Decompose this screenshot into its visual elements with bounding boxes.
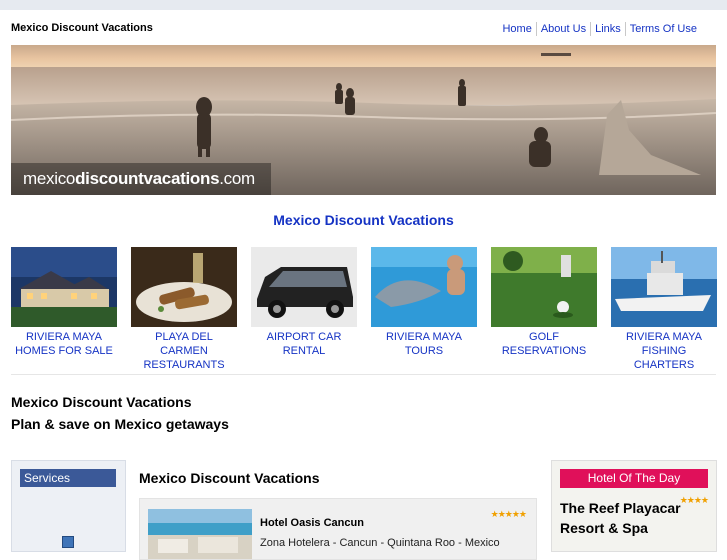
fishing-boat-image[interactable] [611,247,717,327]
banner-logo: mexicodiscountvacations.com [23,169,255,188]
nav-terms-of-use[interactable]: Terms Of Use [624,22,701,36]
intro-subtitle: Plan & save on Mexico getaways [11,416,229,432]
tile-label[interactable]: AIRPORT CAR RENTAL [251,330,357,358]
tile-homes-for-sale[interactable]: RIVIERA MAYA HOMES FOR SALE [11,247,117,358]
hotel-of-the-day-box: Hotel Of The Day ★★★★ The Reef Playacar … [551,460,717,552]
hotel-address: Zona Hotelera - Cancun - Quintana Roo - … [260,537,500,549]
content-heading: Mexico Discount Vacations [139,470,320,486]
page-heading: Mexico Discount Vacations [273,212,454,228]
house-image[interactable] [11,247,117,327]
link-icon[interactable] [62,536,74,548]
category-tiles: RIVIERA MAYA HOMES FOR SALE PLAYA DEL CAR… [11,247,717,371]
site-title: Mexico Discount Vacations [11,22,153,34]
nav-about-us[interactable]: About Us [535,22,590,36]
tile-airport-car-rental[interactable]: AIRPORT CAR RENTAL [251,247,357,358]
tile-label[interactable]: GOLF RESERVATIONS [491,330,597,358]
top-navigation: Home About Us Links Terms Of Use [498,22,701,36]
hotel-image[interactable] [148,509,252,559]
tile-golf[interactable]: GOLF RESERVATIONS [491,247,597,358]
top-strip [0,0,727,10]
featured-hotel-name[interactable]: The Reef Playacar Resort & Spa [560,498,695,538]
car-image[interactable] [251,247,357,327]
divider [11,374,716,375]
services-sidebar: Services [11,460,126,552]
tile-tours[interactable]: RIVIERA MAYA TOURS [371,247,477,358]
intro-title: Mexico Discount Vacations [11,394,192,410]
header-banner: mexicodiscountvacations.com [11,45,716,195]
tile-label[interactable]: RIVIERA MAYA HOMES FOR SALE [11,330,117,358]
tile-fishing-charters[interactable]: RIVIERA MAYA FISHING CHARTERS [611,247,717,372]
hotel-listing[interactable]: Hotel Oasis Cancun Zona Hotelera - Cancu… [139,498,537,560]
dinner-plate-image[interactable] [131,247,237,327]
hotel-name[interactable]: Hotel Oasis Cancun [260,517,364,529]
tile-label[interactable]: RIVIERA MAYA FISHING CHARTERS [611,330,717,372]
hotel-of-the-day-label: Hotel Of The Day [560,469,708,488]
dolphin-swim-image[interactable] [371,247,477,327]
services-tab[interactable]: Services [20,469,116,487]
golf-course-image[interactable] [491,247,597,327]
tile-restaurants[interactable]: PLAYA DEL CARMEN RESTAURANTS [131,247,237,372]
tile-label[interactable]: RIVIERA MAYA TOURS [371,330,477,358]
nav-links[interactable]: Links [590,22,625,36]
tile-label[interactable]: PLAYA DEL CARMEN RESTAURANTS [131,330,237,372]
nav-home[interactable]: Home [498,22,535,36]
hotel-star-rating: ★★★★★ [490,509,527,519]
